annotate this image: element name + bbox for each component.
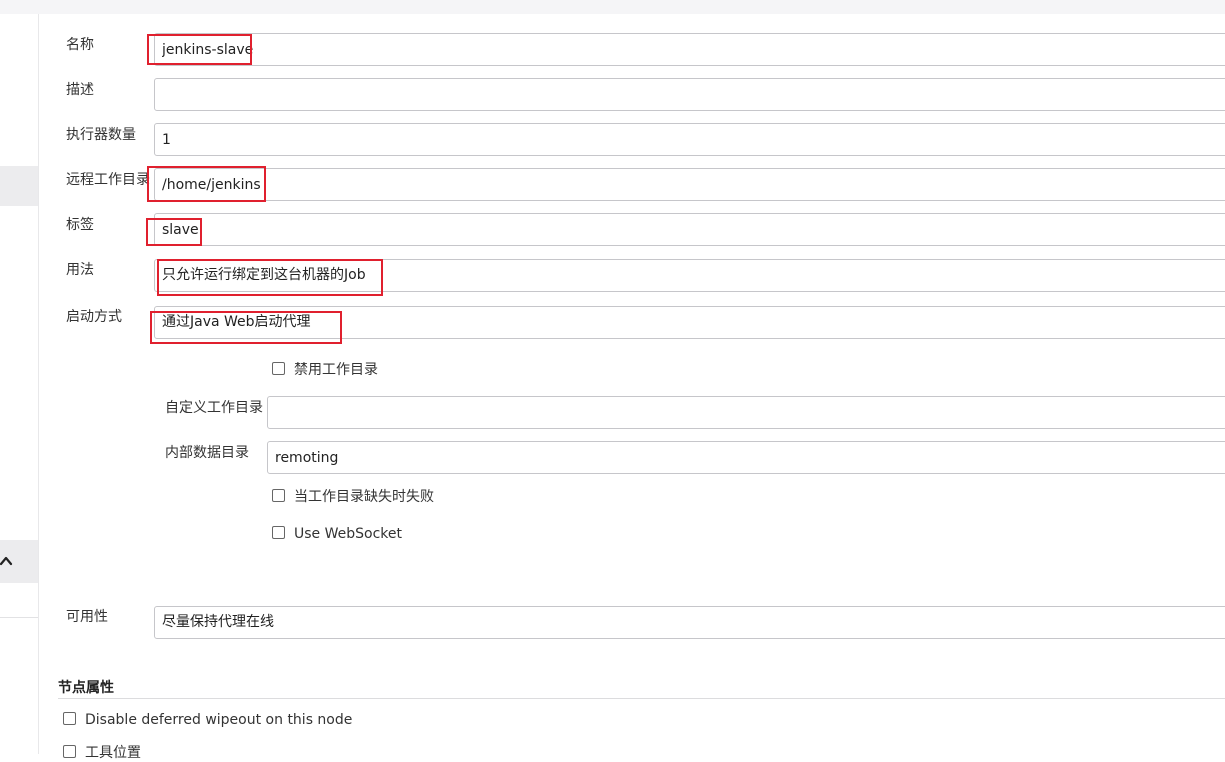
left-sidebar xyxy=(0,14,39,754)
availability-select[interactable]: 尽量保持代理在线 xyxy=(154,606,1225,639)
chevron-up-icon xyxy=(0,556,13,566)
name-input[interactable] xyxy=(154,33,1225,66)
websocket-label: Use WebSocket xyxy=(294,526,402,542)
disable-wipeout-label: Disable deferred wipeout on this node xyxy=(85,712,353,728)
launch-select[interactable]: 通过Java Web启动代理 xyxy=(154,306,1225,339)
availability-label: 可用性 xyxy=(66,609,108,625)
description-input[interactable] xyxy=(154,78,1225,111)
name-label: 名称 xyxy=(66,37,94,53)
tool-locations-checkbox[interactable] xyxy=(63,745,76,758)
remote-dir-label: 远程工作目录 xyxy=(66,172,150,188)
description-label: 描述 xyxy=(66,82,94,98)
disable-workdir-label: 禁用工作目录 xyxy=(294,362,378,378)
labels-input[interactable] xyxy=(154,213,1225,246)
fail-if-missing-label: 当工作目录缺失时失败 xyxy=(294,489,434,505)
top-bar xyxy=(0,0,1225,14)
sidebar-selected-item[interactable] xyxy=(0,166,38,206)
section-divider xyxy=(58,698,1225,699)
custom-workdir-label: 自定义工作目录 xyxy=(165,400,263,416)
internal-dir-input[interactable] xyxy=(267,441,1225,474)
sidebar-divider xyxy=(0,617,38,618)
launch-label: 启动方式 xyxy=(66,309,122,325)
fail-if-missing-checkbox[interactable] xyxy=(272,489,285,502)
custom-workdir-input[interactable] xyxy=(267,396,1225,429)
launch-selected-value: 通过Java Web启动代理 xyxy=(162,314,311,330)
disable-wipeout-checkbox[interactable] xyxy=(63,712,76,725)
sidebar-collapse-toggle[interactable] xyxy=(0,540,38,583)
remote-dir-input[interactable] xyxy=(154,168,1225,201)
executors-input[interactable] xyxy=(154,123,1225,156)
availability-selected-value: 尽量保持代理在线 xyxy=(162,614,274,630)
labels-label: 标签 xyxy=(66,217,94,233)
usage-selected-value: 只允许运行绑定到这台机器的Job xyxy=(162,267,366,283)
disable-workdir-checkbox[interactable] xyxy=(272,362,285,375)
usage-label: 用法 xyxy=(66,262,94,278)
executors-label: 执行器数量 xyxy=(66,127,136,143)
tool-locations-label: 工具位置 xyxy=(85,745,141,761)
internal-dir-label: 内部数据目录 xyxy=(165,445,249,461)
websocket-checkbox[interactable] xyxy=(272,526,285,539)
node-properties-title: 节点属性 xyxy=(58,680,114,696)
usage-select[interactable]: 只允许运行绑定到这台机器的Job xyxy=(154,259,1225,292)
